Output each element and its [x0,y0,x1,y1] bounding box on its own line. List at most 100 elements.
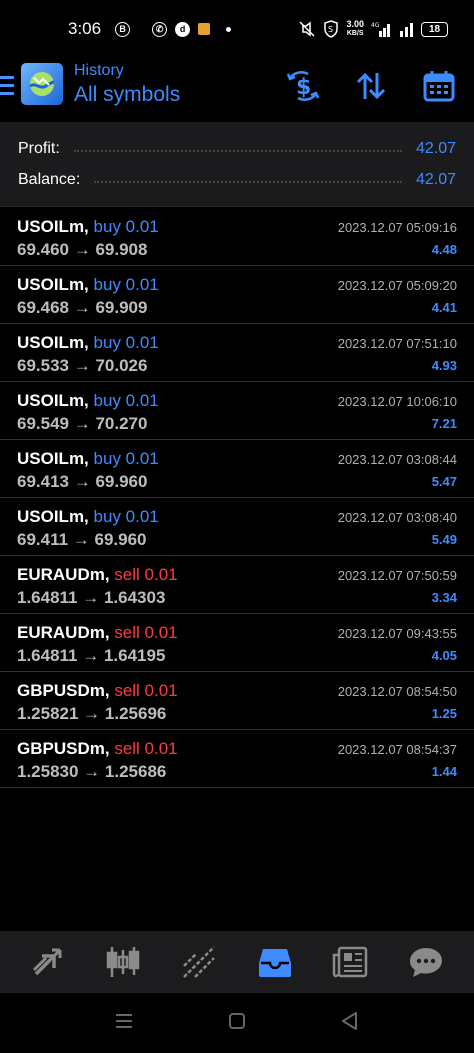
nav-chart[interactable] [101,940,145,984]
chat-icon [410,948,443,977]
trade-row[interactable]: GBPUSDm, sell 0.01 1.25830 → 1.25686 202… [0,730,474,788]
notification-icon [198,23,211,35]
trade-prices: 1.64811 → 1.64195 [17,646,166,665]
trade-date: 2023.12.07 03:08:44 [337,452,457,467]
trade-side: buy 0.01 [93,333,159,352]
symbol-filter[interactable]: All symbols [74,83,180,107]
app-logo [21,63,63,105]
trade-prices: 69.549 → 70.270 [17,414,148,433]
header-subtitle: History [74,62,124,79]
trade-icon [183,946,216,978]
trade-date: 2023.12.07 07:51:10 [337,336,457,351]
trade-date: 2023.12.07 05:09:16 [337,220,457,235]
profit-label: Profit: [18,140,60,157]
trade-history-list: USOILm, buy 0.01 69.460 → 69.908 2023.12… [0,208,474,788]
signal-icon: 4G [371,22,390,37]
trade-profit: 3.34 [431,590,457,605]
balance-label: Balance: [18,171,81,188]
b-app-icon: B [115,21,131,37]
trade-prices: 1.25821 → 1.25696 [17,704,167,723]
trade-profit: 1.25 [431,706,457,721]
trade-side: buy 0.01 [93,217,159,236]
calendar-button[interactable] [421,68,457,104]
trade-profit: 1.44 [431,764,457,779]
trade-symbol: EURAUDm, [17,623,110,642]
news-icon [333,946,368,978]
svg-text:4G: 4G [371,22,380,29]
trade-row[interactable]: EURAUDm, sell 0.01 1.64811 → 1.64195 202… [0,614,474,672]
trade-profit: 5.49 [431,532,457,547]
status-bar: 3:06 B ✆ d S 3.00 KB/S 4G 18 [0,0,474,58]
nav-news[interactable] [328,940,372,984]
shield-icon: S [324,20,339,38]
battery-icon: 18 [421,21,448,37]
trade-date: 2023.12.07 05:09:20 [337,278,457,293]
system-navigation-bar [0,993,474,1053]
profit-value: 42.07 [415,140,456,157]
trade-date: 2023.12.07 08:54:50 [337,684,457,699]
trade-row[interactable]: USOILm, buy 0.01 69.468 → 69.909 2023.12… [0,266,474,324]
nav-history[interactable] [253,940,297,984]
trade-prices: 1.64811 → 1.64303 [17,588,166,607]
trade-side: sell 0.01 [114,681,178,700]
dot-icon [226,26,232,32]
trade-symbol: USOILm, [17,275,89,294]
network-speed: 3.00 KB/S [346,19,364,38]
trade-date: 2023.12.07 07:50:59 [337,568,457,583]
calendar-icon [423,71,455,102]
whatsapp-icon: ✆ [152,21,168,37]
back-icon[interactable] [338,1009,362,1033]
menu-icon[interactable] [0,76,14,96]
home-icon[interactable] [225,1009,249,1033]
trade-date: 2023.12.07 03:08:40 [337,510,457,525]
d-app-icon: d [175,21,191,37]
nav-chat[interactable] [404,940,448,984]
trade-row[interactable]: USOILm, buy 0.01 69.413 → 69.960 2023.12… [0,440,474,498]
trade-profit: 4.93 [431,358,457,373]
chart-icon [107,947,140,977]
nav-quotes[interactable] [26,940,70,984]
trade-prices: 69.468 → 69.909 [17,298,148,317]
trade-symbol: USOILm, [17,217,89,236]
trade-row[interactable]: USOILm, buy 0.01 69.460 → 69.908 2023.12… [0,208,474,266]
trade-side: sell 0.01 [114,623,178,642]
trade-prices: 69.460 → 69.908 [17,240,148,259]
trade-prices: 69.533 → 70.026 [17,356,148,375]
trade-prices: 69.413 → 69.960 [17,472,148,491]
trade-row[interactable]: GBPUSDm, sell 0.01 1.25821 → 1.25696 202… [0,672,474,730]
trade-side: buy 0.01 [93,275,159,294]
trade-date: 2023.12.07 08:54:37 [337,742,457,757]
sort-button[interactable] [353,68,389,104]
trade-symbol: USOILm, [17,333,89,352]
recent-apps-icon[interactable] [112,1009,136,1033]
nav-trade[interactable] [177,940,221,984]
quotes-icon [32,948,62,976]
trade-symbol: EURAUDm, [17,565,110,584]
trade-date: 2023.12.07 09:43:55 [337,626,457,641]
trade-symbol: USOILm, [17,391,89,410]
balance-row: Balance: 42.07 [18,167,456,193]
deposit-filter-button[interactable]: $ [285,68,321,104]
trade-symbol: GBPUSDm, [17,739,110,758]
history-icon [258,949,291,977]
trade-profit: 4.48 [431,242,457,257]
trade-row[interactable]: USOILm, buy 0.01 69.549 → 70.270 2023.12… [0,382,474,440]
trade-prices: 1.25830 → 1.25686 [17,762,167,781]
trade-date: 2023.12.07 10:06:10 [337,394,457,409]
trade-symbol: USOILm, [17,449,89,468]
trade-profit: 4.05 [431,648,457,663]
status-time: 3:06 [68,19,102,38]
trade-profit: 5.47 [431,474,457,489]
sort-arrows-icon [356,72,386,100]
trade-symbol: USOILm, [17,507,89,526]
trade-symbol: GBPUSDm, [17,681,110,700]
trade-row[interactable]: USOILm, buy 0.01 69.533 → 70.026 2023.12… [0,324,474,382]
app-header: History All symbols $ [0,58,474,122]
trade-row[interactable]: EURAUDm, sell 0.01 1.64811 → 1.64303 202… [0,556,474,614]
trade-side: sell 0.01 [114,739,178,758]
profit-row: Profit: 42.07 [18,136,456,162]
dollar-exchange-icon: $ [286,71,320,101]
trade-row[interactable]: USOILm, buy 0.01 69.411 → 69.960 2023.12… [0,498,474,556]
trade-prices: 69.411 → 69.960 [17,530,147,549]
svg-text:S: S [328,25,333,34]
